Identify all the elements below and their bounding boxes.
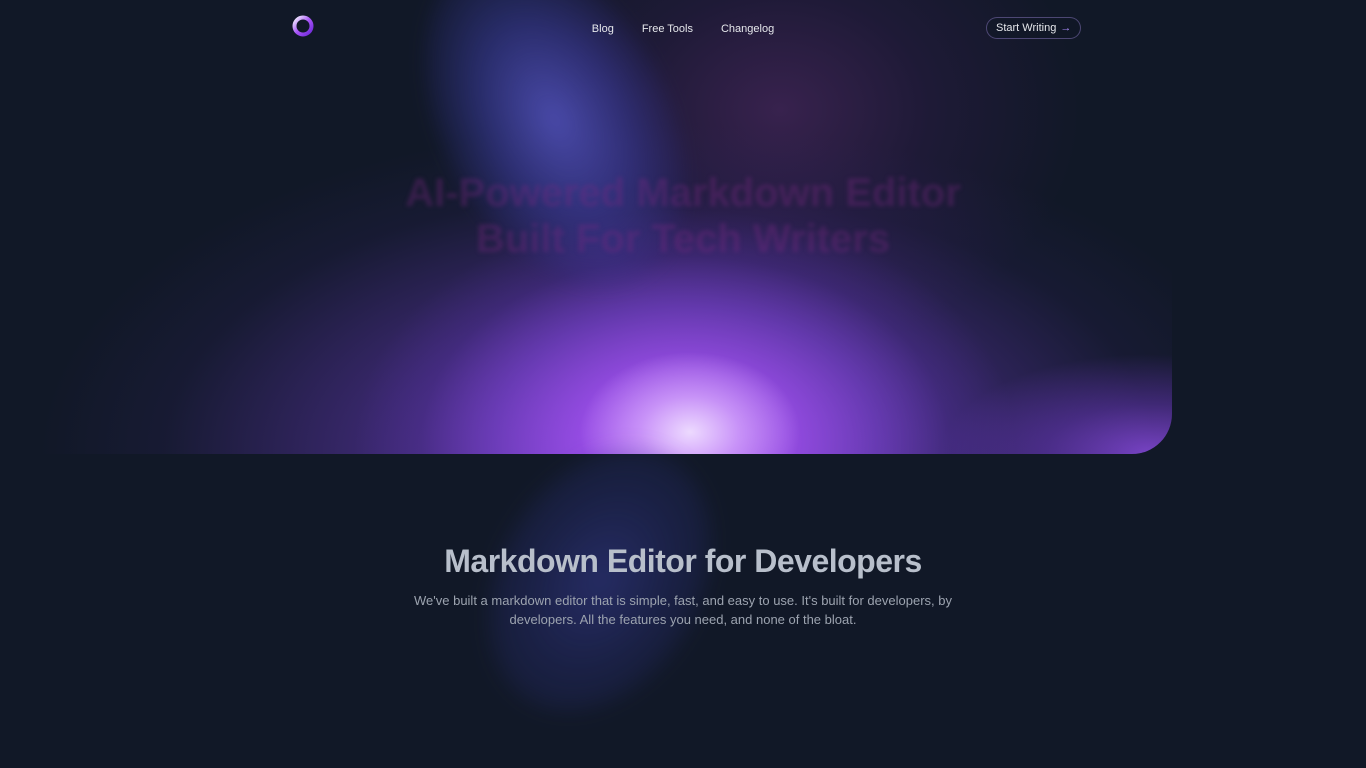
page-headline: Markdown Editor for Developers — [444, 543, 922, 579]
ring-logo-icon[interactable] — [291, 14, 315, 38]
arrow-right-icon: → — [1060, 22, 1072, 34]
start-writing-button[interactable]: Start Writing → — [986, 17, 1082, 39]
top-navigation: Blog Free Tools Changelog Start Writing … — [0, 0, 1366, 58]
landing-page: AI-Powered Markdown Editor Built For Tec… — [0, 0, 1366, 768]
nav-link-free-tools[interactable]: Free Tools — [642, 20, 693, 38]
start-writing-label: Start Writing — [996, 22, 1057, 34]
nav-links: Blog Free Tools Changelog — [0, 20, 1366, 38]
nav-link-blog[interactable]: Blog — [592, 20, 614, 38]
hero-background-heading: AI-Powered Markdown Editor Built For Tec… — [405, 171, 961, 261]
page-subtext: We've built a markdown editor that is si… — [414, 593, 952, 627]
nav-link-changelog[interactable]: Changelog — [721, 20, 774, 38]
